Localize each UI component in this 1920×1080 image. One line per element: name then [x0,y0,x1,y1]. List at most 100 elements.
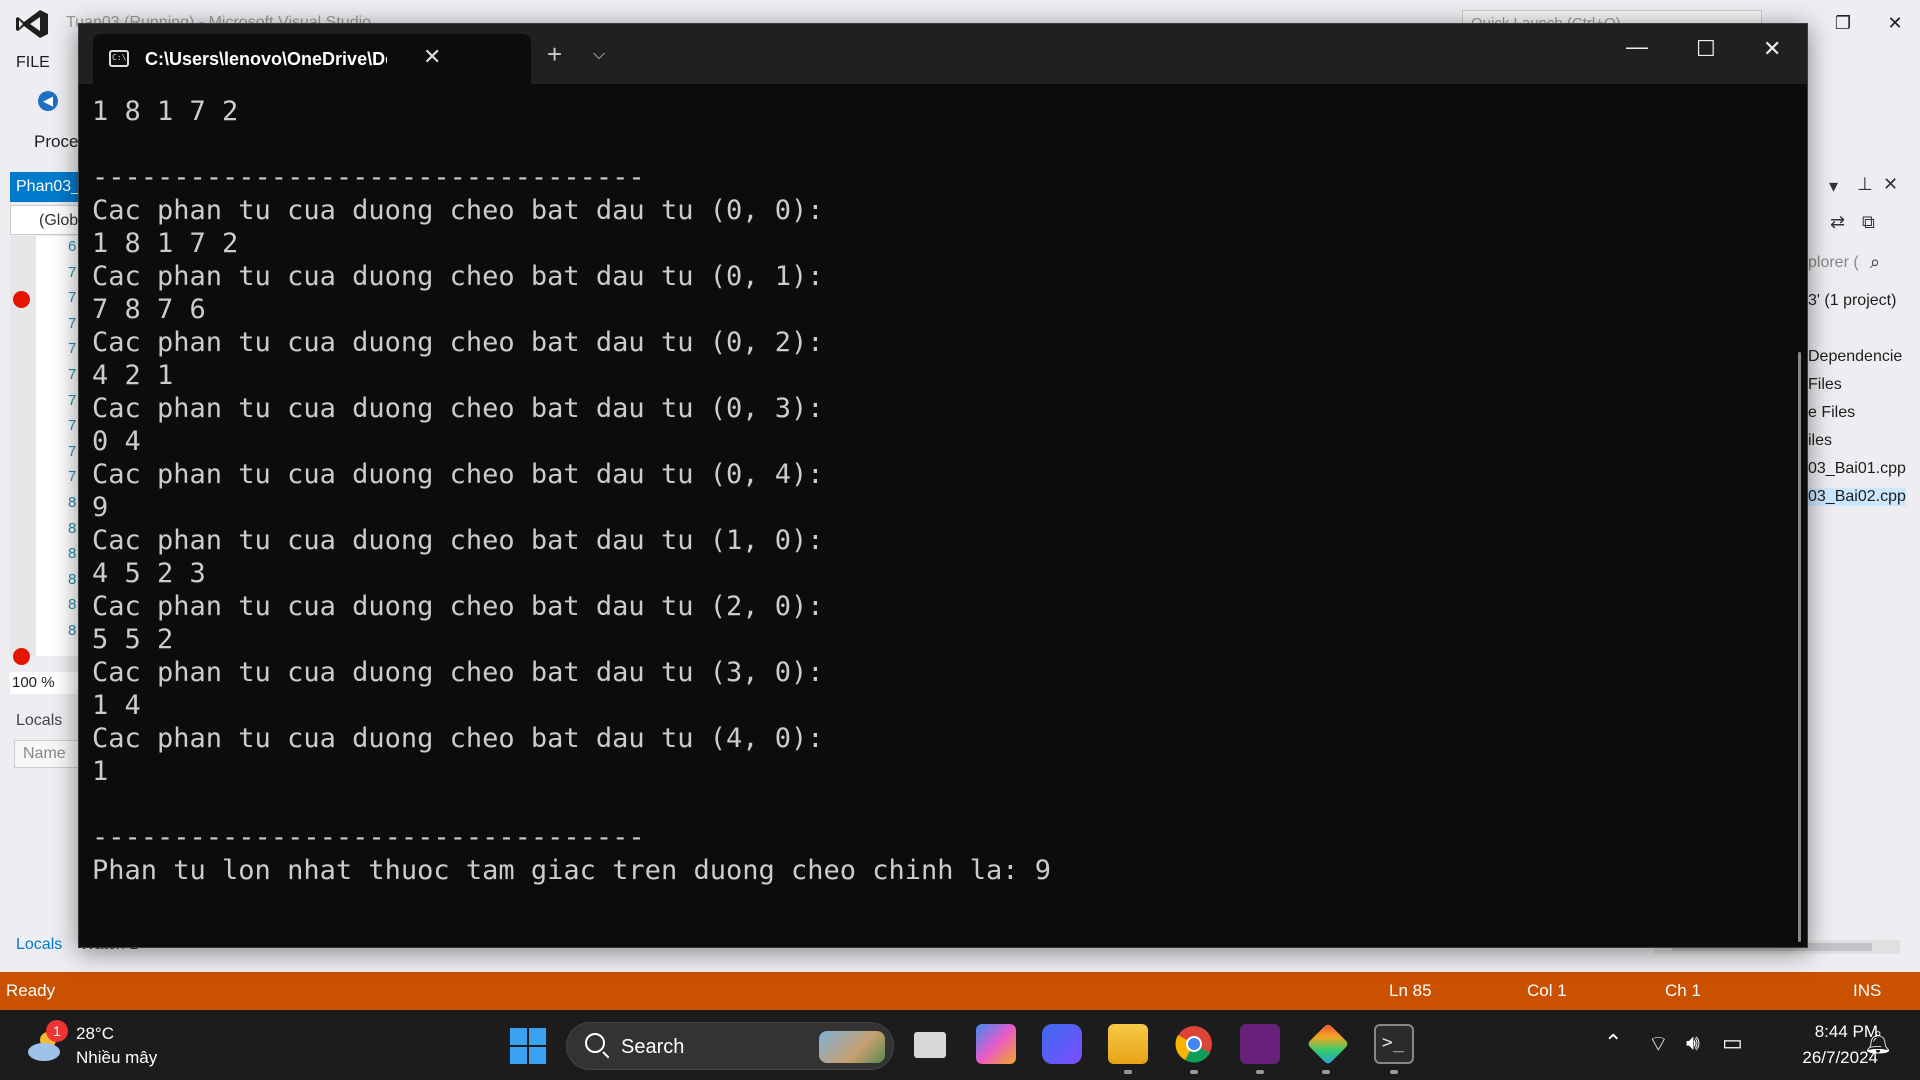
terminal-icon[interactable]: >_ [1374,1024,1414,1064]
console-line: 1 [92,756,109,787]
console-line: 1 8 1 7 2 [92,96,239,127]
console-icon: C:\ [109,50,129,67]
status-column: Col 1 [1527,981,1567,1000]
console-line: Cac phan tu cua duong cheo bat dau tu (0… [92,261,824,292]
line-number: 7 [68,263,77,281]
dropdown-icon[interactable]: ▾ [1829,176,1838,197]
line-number: 8 [68,570,77,588]
solution-item[interactable]: iles [1808,432,1832,450]
tab-locals[interactable]: Locals [16,936,62,954]
running-indicator [1124,1070,1132,1074]
console-output: 1 8 1 7 2 ------------------------------… [92,95,1051,887]
back-arrow-icon[interactable]: ◀ [38,91,58,111]
console-line: 1 8 1 7 2 [92,228,239,259]
file-explorer-icon[interactable] [1108,1024,1148,1064]
process-label: Proce [34,132,79,151]
line-number: 7 [68,468,77,486]
search-label: Search [621,1036,685,1058]
minimize-icon[interactable]: — [1626,34,1648,60]
console-line: Cac phan tu cua duong cheo bat dau tu (2… [92,591,824,622]
solution-item[interactable]: Files [1808,376,1842,394]
line-number: 6 [68,238,77,255]
chevron-down-icon[interactable]: ⌵ [593,46,605,64]
menu-file[interactable]: FILE [16,54,50,72]
line-number: 8 [68,596,77,614]
vs-close-icon[interactable]: ✕ [1880,8,1910,38]
line-number: 7 [68,417,77,435]
line-number: 8 [68,622,77,639]
clock-date[interactable]: 26/7/2024 [1768,1048,1878,1068]
sync-icon[interactable]: ⇄ [1830,212,1845,233]
solution-node[interactable]: 3' (1 project) [1808,292,1896,310]
locals-panel-title: Locals [16,712,63,729]
tab-close-icon[interactable]: ✕ [423,44,441,70]
volume-icon[interactable]: 🔊︎ [1686,1030,1700,1056]
chrome-icon[interactable] [1174,1024,1214,1064]
copilot-icon[interactable] [976,1024,1016,1064]
windows-start-icon[interactable] [510,1028,546,1064]
console-line: ---------------------------------- [92,162,645,193]
chevron-up-icon[interactable]: ⌃ [1604,1030,1622,1056]
running-indicator [1390,1070,1398,1074]
console-line: Cac phan tu cua duong cheo bat dau tu (0… [92,459,824,490]
visual-studio-icon[interactable] [1240,1024,1280,1064]
clock-time[interactable]: 8:44 PM [1768,1022,1878,1042]
copilot-app-icon[interactable] [1042,1024,1082,1064]
wifi-icon[interactable]: ⌔ [1648,1030,1669,1058]
console-line: 1 4 [92,690,141,721]
breakpoint-icon[interactable] [13,291,30,308]
task-view-icon[interactable] [914,1032,946,1058]
console-line: Cac phan tu cua duong cheo bat dau tu (3… [92,657,824,688]
console-line: Cac phan tu cua duong cheo bat dau tu (0… [92,393,824,424]
console-line: 4 5 2 3 [92,558,206,589]
new-tab-icon[interactable]: + [547,41,562,67]
solution-item[interactable]: 03_Bai01.cpp [1808,460,1906,478]
document-tab[interactable]: Phan03_ [10,172,80,202]
close-icon[interactable]: ✕ [1883,174,1898,195]
weather-description[interactable]: Nhiều mây [76,1048,157,1068]
console-line: Cac phan tu cua duong cheo bat dau tu (1… [92,525,824,556]
line-number: 7 [68,289,77,307]
taskbar-search[interactable]: Search [566,1022,894,1070]
status-bar: Ready Ln 85 Col 1 Ch 1 INS [0,972,1920,1010]
status-ready: Ready [6,981,56,1000]
solution-item[interactable]: e Files [1808,404,1855,422]
close-window-icon[interactable]: ✕ [1763,36,1781,62]
pin-icon[interactable]: ⊥ [1857,174,1873,195]
locals-name-column[interactable]: Name [14,740,80,768]
terminal-titlebar[interactable]: C:\ C:\Users\lenovo\OneDrive\De ✕ + ⌵ — … [79,24,1807,84]
visual-studio-logo-icon [16,10,48,38]
line-number: 7 [68,442,77,460]
terminal-tab[interactable]: C:\ C:\Users\lenovo\OneDrive\De ✕ [93,34,531,84]
breakpoint-icon[interactable] [13,648,30,665]
search-icon [585,1033,605,1053]
line-number: 7 [68,314,77,332]
scope-dropdown[interactable]: (Glob [10,205,80,235]
console-line: 4 2 1 [92,360,174,391]
solution-item[interactable]: 03_Bai02.cpp [1808,488,1906,506]
line-number: 8 [68,545,77,563]
console-line: Phan tu lon nhat thuoc tam giac tren duo… [92,855,1052,886]
search-icon[interactable]: ⌕ [1870,252,1880,273]
line-number: 7 [68,340,77,358]
notification-bell-icon[interactable]: 🔔︎ [1864,1030,1892,1056]
collapse-icon[interactable]: ⧉ [1862,212,1875,233]
terminal-body[interactable]: 1 8 1 7 2 ------------------------------… [79,84,1807,949]
running-indicator [1190,1070,1198,1074]
zoom-level[interactable]: 100 % [10,672,80,694]
maximize-icon[interactable]: ☐ [1696,36,1716,62]
console-line: 7 8 7 6 [92,294,206,325]
console-line: 5 5 2 [92,624,174,655]
weather-temperature[interactable]: 28°C [76,1024,114,1044]
git-app-icon[interactable] [1306,1022,1350,1066]
solution-item[interactable]: Dependencie [1808,348,1902,366]
taskbar: 1 28°C Nhiều mây Search >_ ⌃ ⌔ 🔊︎ ▭ 8:44… [0,1010,1920,1080]
vs-restore-icon[interactable]: ❐ [1828,8,1858,38]
solution-search-input[interactable]: plorer ( [1808,254,1859,272]
terminal-window[interactable]: C:\ C:\Users\lenovo\OneDrive\De ✕ + ⌵ — … [78,23,1808,948]
terminal-scrollbar[interactable] [1798,352,1801,942]
console-line: Cac phan tu cua duong cheo bat dau tu (4… [92,723,824,754]
running-indicator [1256,1070,1264,1074]
battery-icon[interactable]: ▭ [1722,1030,1743,1056]
